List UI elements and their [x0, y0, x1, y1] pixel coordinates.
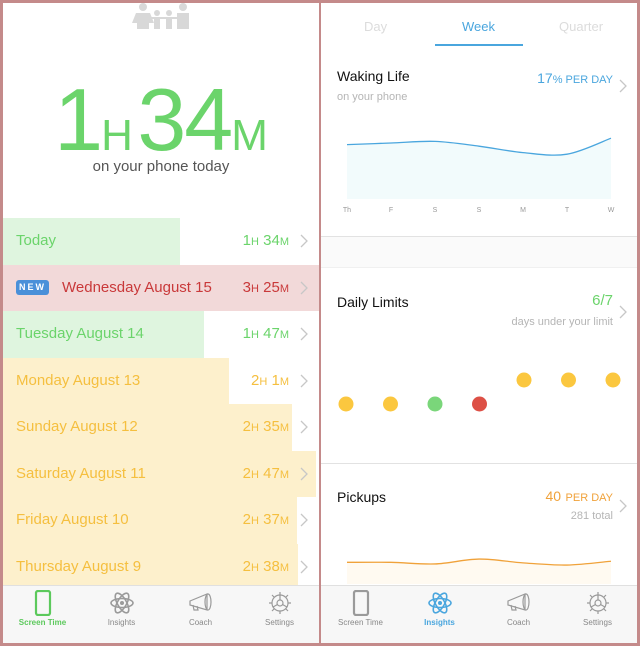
tab-insights[interactable]: Insights: [82, 586, 161, 643]
family-icon: [132, 3, 189, 29]
tab-label: Settings: [265, 618, 294, 627]
screen-time-screen: 1H 34M on your phone today Today 1H 34M NE…: [3, 3, 319, 643]
waking-life-metric: 17% PER DAY: [537, 70, 613, 86]
waking-life-x-label: F: [389, 207, 393, 214]
tab-coach[interactable]: Coach: [479, 586, 558, 643]
tab-bar: Screen Time Insights Coach Settings: [3, 585, 319, 643]
tab-screen-time[interactable]: Screen Time: [3, 586, 82, 643]
waking-life-x-label: W: [608, 207, 615, 214]
pickups-total: 281 total: [570, 510, 613, 522]
day-duration: 2H 37M: [242, 511, 289, 528]
daily-limits-title: Daily Limits: [337, 294, 409, 310]
period-segmented-control: Day Week Quarter: [321, 3, 637, 49]
pickups-chart: [346, 558, 612, 584]
tab-screen-time[interactable]: Screen Time: [321, 586, 400, 643]
day-row[interactable]: Friday August 10 2H 37M: [3, 497, 319, 544]
daily-limits-subtitle: days under your limit: [511, 316, 614, 328]
tab-label: Insights: [424, 618, 455, 627]
day-row[interactable]: Sunday August 12 2H 35M: [3, 404, 319, 451]
day-list: Today 1H 34M NEW Wednesday August 15 3H 25M T…: [3, 218, 319, 590]
waking-life-title: Waking Life: [337, 68, 410, 84]
waking-life-x-label: M: [520, 207, 526, 214]
day-row[interactable]: Thursday August 9 2H 38M: [3, 543, 319, 590]
chevron-right-icon: [300, 560, 308, 573]
day-row[interactable]: Saturday August 11 2H 47M: [3, 450, 319, 497]
day-duration: 2H 1M: [251, 371, 289, 389]
segment-week[interactable]: Week: [462, 19, 495, 34]
tab-settings[interactable]: Settings: [558, 586, 637, 643]
day-duration: 3H 25M: [242, 278, 289, 296]
waking-life-area: [347, 138, 611, 199]
day-row[interactable]: NEW Wednesday August 15 3H 25M: [3, 264, 319, 311]
daily-limits-chart: [338, 372, 621, 412]
daily-limit-dot: [561, 372, 576, 388]
daily-limit-dot: [472, 396, 487, 412]
day-duration: 2H 47M: [242, 464, 289, 482]
tab-label: Screen Time: [18, 618, 67, 627]
tab-label: Insights: [107, 618, 136, 627]
new-badge: NEW: [16, 279, 49, 295]
day-label: Monday August 13: [16, 371, 141, 389]
chevron-right-icon: [619, 499, 627, 513]
pickups-card[interactable]: Pickups 40 PER DAY 281 total: [321, 464, 637, 584]
chevron-right-icon: [619, 79, 627, 93]
chevron-right-icon: [300, 327, 308, 341]
tab-coach[interactable]: Coach: [161, 586, 240, 643]
waking-life-subtitle: on your phone: [337, 91, 408, 103]
waking-life-x-label: S: [477, 207, 482, 214]
daily-limit-dot: [383, 396, 398, 412]
tab-bar: Screen Time Insights Coach Settings: [321, 585, 637, 643]
day-row[interactable]: Tuesday August 14 1H 47M: [3, 311, 319, 358]
day-duration: 2H 35M: [242, 418, 289, 435]
pickups-title: Pickups: [337, 489, 387, 505]
insights-screen: Day Week Quarter Waking Life on your pho…: [321, 3, 637, 643]
daily-limits-metric: 6/7: [592, 292, 613, 309]
chevron-right-icon: [300, 513, 308, 527]
tab-settings[interactable]: Settings: [240, 586, 319, 643]
tab-label: Coach: [188, 618, 213, 627]
day-label: Sunday August 12: [16, 418, 138, 435]
day-label: Saturday August 11: [16, 464, 146, 482]
waking-life-x-label: Th: [343, 207, 351, 214]
chevron-right-icon: [300, 467, 308, 480]
daily-limit-dot: [338, 396, 354, 412]
day-duration: 1H 34M: [242, 232, 289, 249]
chevron-right-icon: [300, 420, 308, 434]
waking-life-card[interactable]: Waking Life on your phone 17% PER DAY Th…: [321, 49, 637, 235]
tab-label: Settings: [583, 618, 612, 627]
chevron-right-icon: [300, 281, 308, 294]
today-total-time: 1H 34M: [54, 70, 268, 169]
day-label: Friday August 10: [16, 511, 129, 528]
waking-life-chart: Th F S S M T W: [343, 137, 615, 214]
day-label: Wednesday August 15: [62, 278, 212, 296]
segment-selected-indicator: [435, 44, 523, 46]
tab-label: Screen Time: [338, 618, 383, 627]
daily-limit-dot: [605, 372, 621, 388]
segment-day[interactable]: Day: [364, 19, 387, 34]
pickups-metric: 40 PER DAY: [545, 488, 613, 504]
day-duration: 1H 47M: [242, 325, 289, 342]
waking-life-x-label: S: [433, 207, 438, 214]
day-row[interactable]: Today 1H 34M: [3, 218, 319, 265]
today-subtitle: on your phone today: [92, 158, 230, 175]
day-label: Thursday August 9: [16, 557, 142, 575]
chevron-right-icon: [619, 305, 627, 319]
chevron-right-icon: [300, 234, 308, 248]
waking-life-x-label: T: [565, 207, 570, 214]
daily-limits-card[interactable]: Daily Limits 6/7 days under your limit: [321, 268, 637, 463]
section-gap: [321, 237, 637, 267]
chevron-right-icon: [300, 374, 308, 387]
day-duration: 2H 38M: [242, 557, 289, 575]
day-label: Today: [16, 232, 57, 249]
day-row[interactable]: Monday August 13 2H 1M: [3, 357, 319, 404]
tab-label: Coach: [506, 618, 531, 627]
daily-limit-dot: [516, 372, 532, 388]
tab-insights[interactable]: Insights: [400, 586, 479, 643]
daily-limit-dot: [427, 396, 443, 412]
day-label: Tuesday August 14: [16, 325, 144, 342]
segment-quarter[interactable]: Quarter: [559, 19, 603, 34]
